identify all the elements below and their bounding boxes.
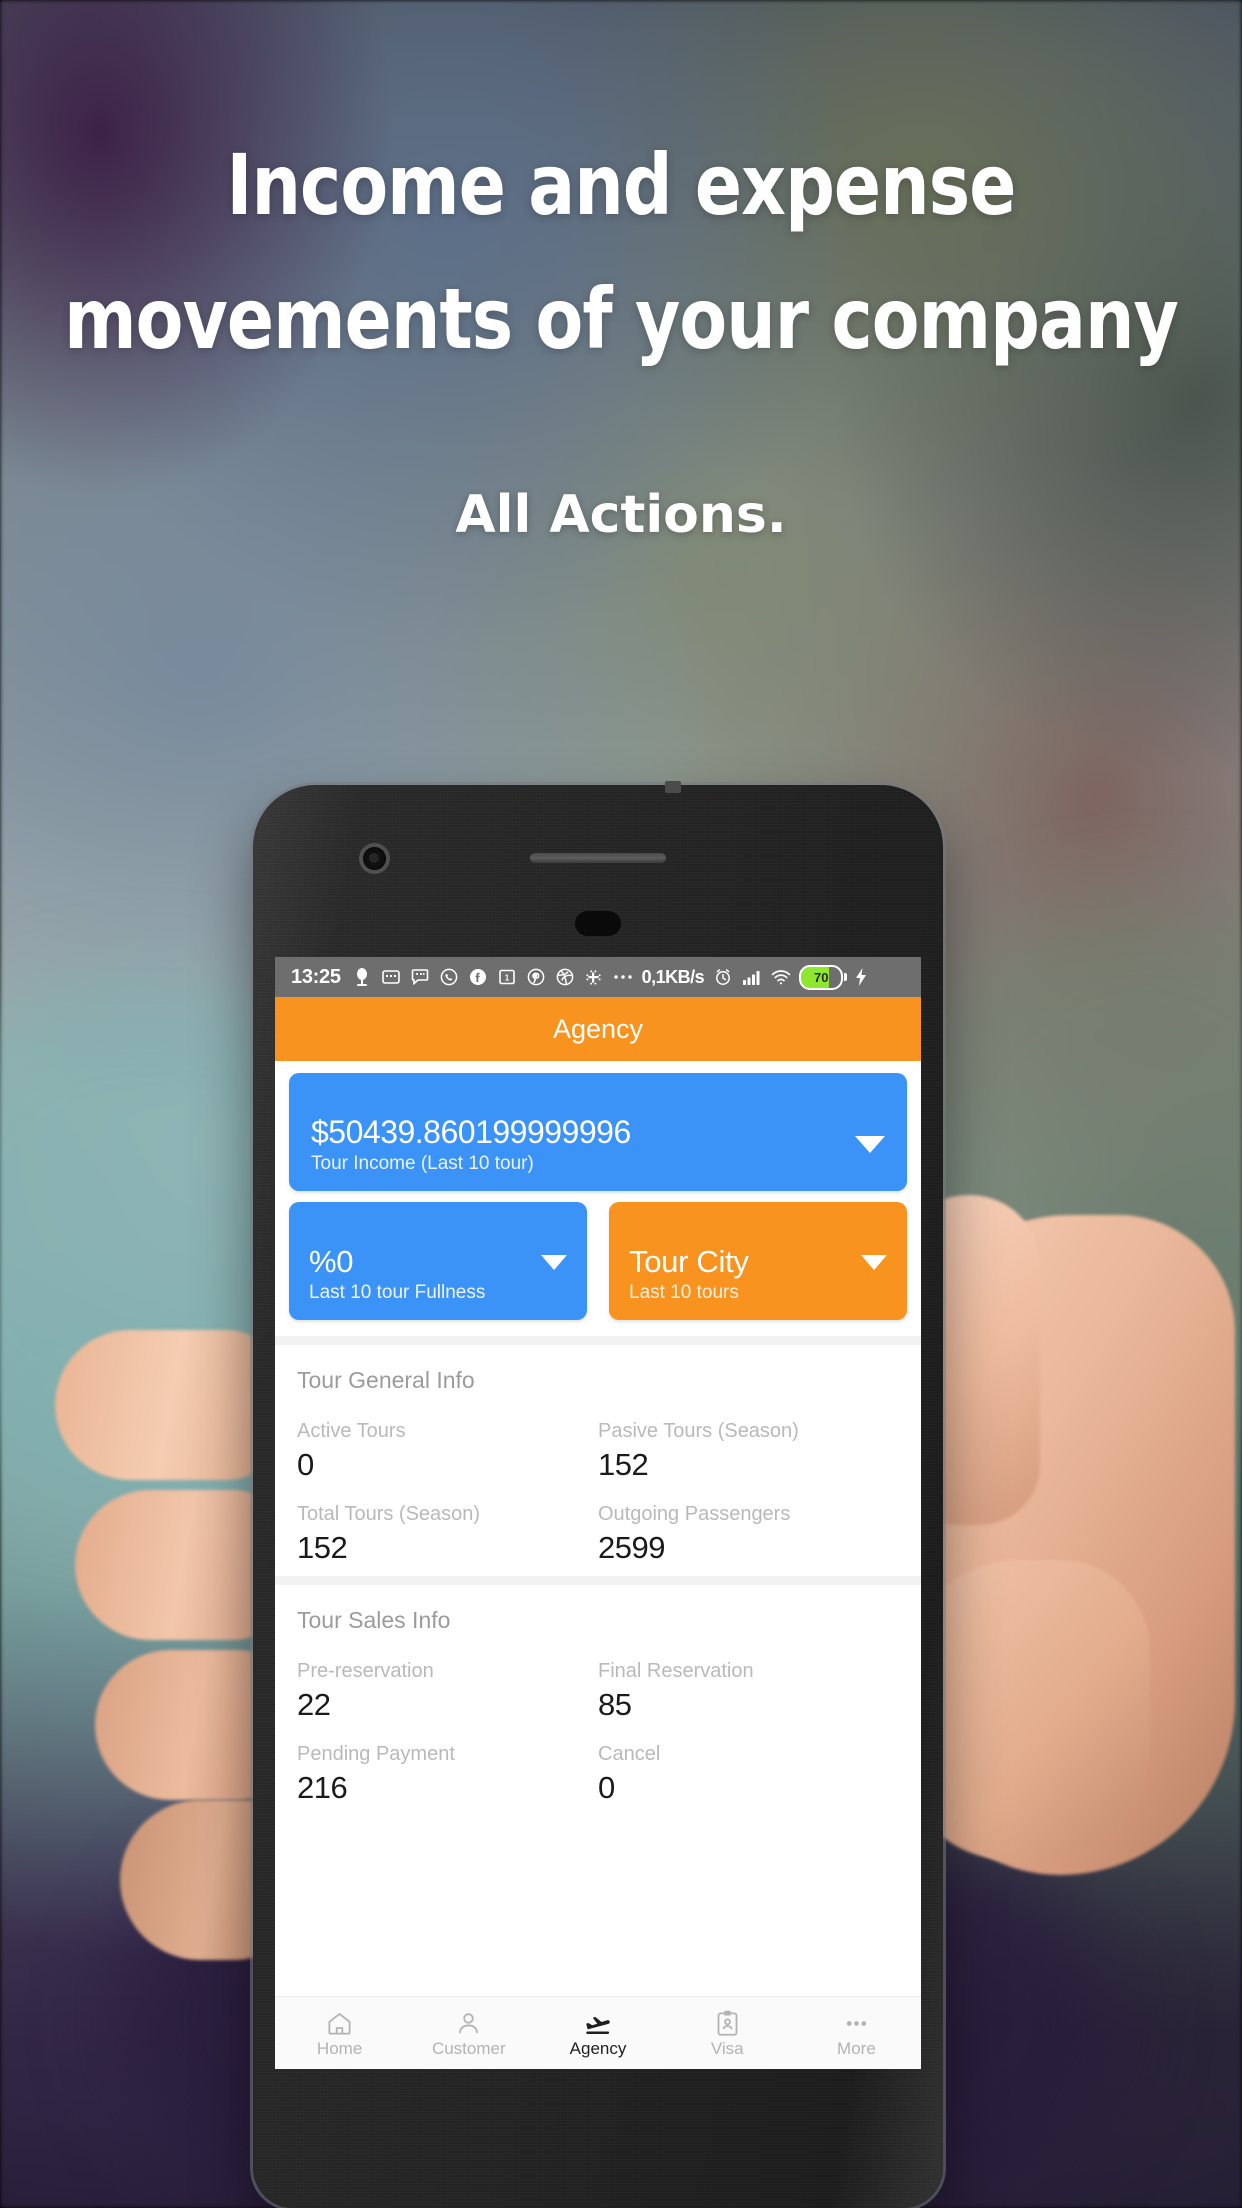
sms-icon — [380, 966, 402, 988]
earpiece-speaker — [530, 853, 666, 863]
slack-icon — [583, 966, 605, 988]
chevron-down-icon[interactable] — [855, 1136, 885, 1153]
nav-label-home: Home — [316, 2038, 363, 2058]
status-time: 13:25 — [291, 965, 341, 988]
tour-sales-info-section: Tour Sales Info Pre-reservation 22 Final… — [275, 1585, 921, 1816]
chevron-down-icon[interactable] — [861, 1254, 887, 1270]
tour-income-card[interactable]: $50439.860199999996 Tour Income (Last 10… — [289, 1073, 907, 1191]
stat-pasive-tours: Pasive Tours (Season) 152 — [598, 1420, 899, 1483]
promo-headline: Income and expense movements of your com… — [64, 136, 1179, 368]
section-divider — [275, 1576, 921, 1585]
stat-value: 152 — [297, 1530, 348, 1565]
stat-outgoing-passengers: Outgoing Passengers 2599 — [598, 1503, 899, 1566]
general-stat-grid: Active Tours 0 Pasive Tours (Season) 152… — [297, 1420, 899, 1566]
nav-item-customer[interactable]: Customer — [404, 2010, 533, 2057]
nav-label-more: More — [837, 2038, 876, 2058]
stat-pre-reservation: Pre-reservation 22 — [297, 1660, 598, 1723]
status-bar: 13:25 1 0,1KB/s 70 — [275, 957, 921, 997]
tour-city-card[interactable]: Tour City Last 10 tours — [609, 1202, 907, 1320]
phone-screen: 13:25 1 0,1KB/s 70 Agency $50439.8601999… — [275, 957, 921, 2069]
stat-value: 216 — [297, 1770, 348, 1805]
proximity-sensor — [575, 911, 621, 936]
cellular-signal-icon — [741, 966, 763, 988]
tour-city-card-top: Tour City — [629, 1244, 887, 1280]
svg-text:1: 1 — [504, 974, 509, 983]
airplane-takeoff-icon — [584, 2010, 613, 2037]
front-camera-icon — [363, 847, 386, 870]
tour-fullness-value: %0 — [309, 1244, 354, 1279]
more-dots-icon — [612, 966, 634, 988]
summary-card-row: %0 Last 10 tour Fullness Tour City Last … — [289, 1202, 907, 1320]
stat-value: 85 — [598, 1687, 632, 1722]
tour-fullness-card-top: %0 — [309, 1244, 567, 1280]
tour-income-label: Tour Income (Last 10 tour) — [311, 1153, 534, 1174]
stat-value: 152 — [598, 1447, 649, 1482]
stat-value: 22 — [297, 1687, 331, 1722]
chat-icon — [409, 966, 431, 988]
stat-label: Active Tours — [297, 1420, 406, 1442]
tour-general-info-section: Tour General Info Active Tours 0 Pasive … — [275, 1345, 921, 1576]
person-icon — [455, 2010, 482, 2037]
battery-indicator: 70 — [799, 964, 848, 990]
charging-bolt-icon — [850, 966, 872, 988]
app-bar-title: Agency — [552, 1013, 644, 1044]
stat-label: Pasive Tours (Season) — [598, 1420, 799, 1442]
tour-fullness-card[interactable]: %0 Last 10 tour Fullness — [289, 1202, 587, 1320]
tour-city-label: Last 10 tours — [629, 1282, 739, 1303]
stat-value: 0 — [598, 1770, 615, 1805]
stat-label: Pending Payment — [297, 1743, 455, 1765]
nav-item-visa[interactable]: Visa — [663, 2010, 792, 2057]
stat-label: Cancel — [598, 1743, 661, 1765]
sales-stat-grid: Pre-reservation 22 Final Reservation 85 … — [297, 1660, 899, 1806]
calendar-icon: 1 — [496, 966, 518, 988]
network-speed: 0,1KB/s — [641, 966, 705, 987]
nav-item-agency[interactable]: Agency — [533, 2010, 662, 2057]
facebook-icon — [467, 966, 489, 988]
promo-subline: All Actions. — [455, 485, 787, 545]
tour-income-card-text: $50439.860199999996 Tour Income (Last 10… — [311, 1114, 631, 1191]
section-title-sales: Tour Sales Info — [297, 1607, 451, 1633]
chevron-down-icon[interactable] — [541, 1254, 567, 1270]
stat-value: 0 — [297, 1447, 314, 1482]
pinterest-icon — [525, 966, 547, 988]
stat-cancel: Cancel 0 — [598, 1743, 899, 1806]
nav-item-home[interactable]: Home — [275, 2010, 404, 2057]
stat-label: Pre-reservation — [297, 1660, 434, 1682]
stat-final-reservation: Final Reservation 85 — [598, 1660, 899, 1723]
nav-label-agency: Agency — [569, 2038, 627, 2058]
section-title-general: Tour General Info — [297, 1367, 475, 1393]
dribbble-icon — [554, 966, 576, 988]
tour-city-value: Tour City — [629, 1244, 749, 1279]
section-divider — [275, 1336, 921, 1345]
promo-screenshot: Income and expense movements of your com… — [0, 0, 1242, 2208]
nav-item-more[interactable]: More — [792, 2010, 921, 2057]
bottom-navigation: Home Customer Agency Visa More — [275, 1996, 921, 2069]
mic-icon — [351, 966, 373, 988]
summary-cards: $50439.860199999996 Tour Income (Last 10… — [275, 1061, 921, 1336]
stat-label: Total Tours (Season) — [297, 1503, 481, 1525]
nav-label-customer: Customer — [431, 2038, 506, 2058]
phone-device: 13:25 1 0,1KB/s 70 Agency $50439.8601999… — [253, 781, 943, 2208]
stat-total-tours: Total Tours (Season) 152 — [297, 1503, 598, 1566]
more-dots-icon — [843, 2010, 870, 2037]
id-card-icon — [715, 2010, 740, 2037]
tour-fullness-label: Last 10 tour Fullness — [309, 1282, 486, 1303]
stat-value: 2599 — [598, 1530, 665, 1565]
stat-label: Final Reservation — [598, 1660, 754, 1682]
stat-pending-payment: Pending Payment 216 — [297, 1743, 598, 1806]
stat-label: Outgoing Passengers — [598, 1503, 791, 1525]
stat-active-tours: Active Tours 0 — [297, 1420, 598, 1483]
nav-label-visa: Visa — [710, 2038, 744, 2058]
phone-top-antenna-nub — [665, 781, 681, 793]
app-bar: Agency — [275, 997, 921, 1061]
alarm-icon — [712, 966, 734, 988]
tour-income-value: $50439.860199999996 — [311, 1114, 631, 1150]
wifi-icon — [770, 966, 792, 988]
home-icon — [326, 2010, 353, 2037]
whatsapp-icon — [438, 966, 460, 988]
